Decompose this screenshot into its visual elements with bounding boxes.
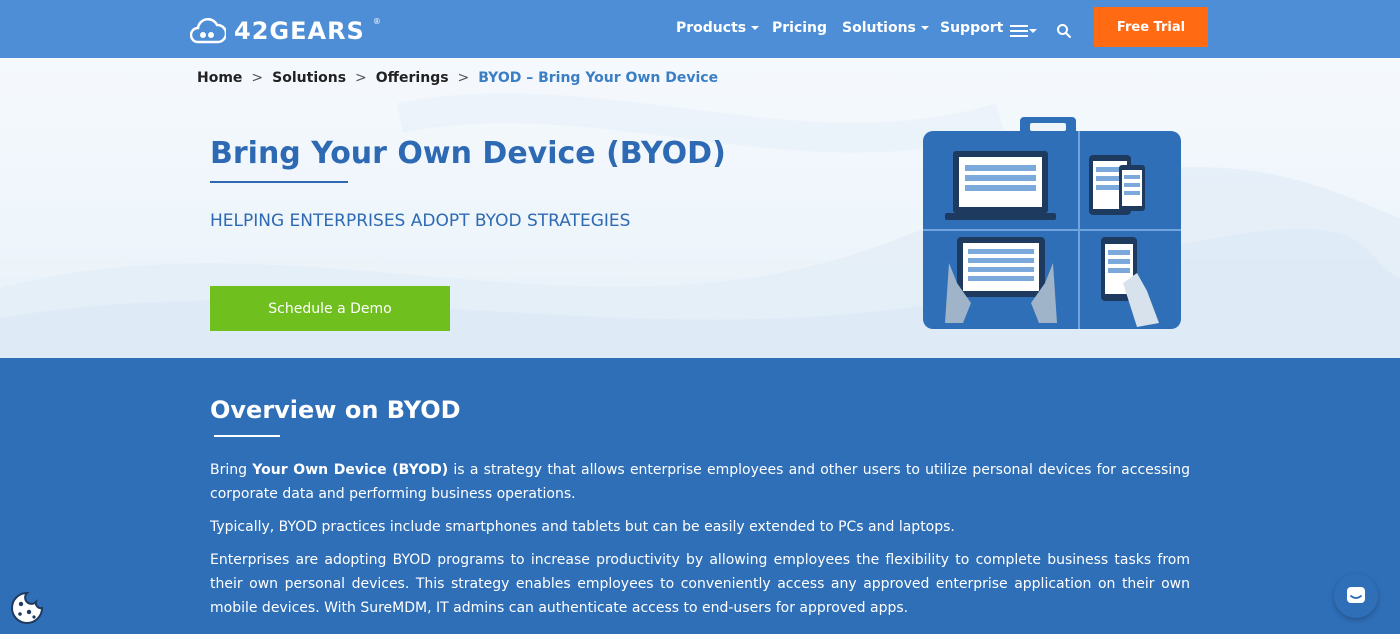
nav-support[interactable]: Support — [940, 20, 1003, 36]
menu-icon[interactable] — [1010, 25, 1028, 37]
overview-paragraph-3: Enterprises are adopting BYOD programs t… — [210, 552, 1190, 616]
breadcrumb-separator: > — [251, 70, 264, 86]
overview-title: Overview on BYOD — [210, 396, 461, 424]
overview-body: Bring Your Own Device (BYOD) is a strate… — [210, 458, 1190, 629]
nav-products[interactable]: Products — [676, 20, 760, 36]
nav-products-label: Products — [676, 20, 747, 36]
breadcrumb-home[interactable]: Home — [197, 70, 242, 86]
registered-mark: ® — [372, 16, 381, 26]
schedule-demo-button[interactable]: Schedule a Demo — [210, 286, 450, 331]
cookie-icon[interactable] — [9, 590, 45, 626]
logo-text: 42GEARS — [234, 17, 365, 45]
breadcrumb: Home > Solutions > Offerings > BYOD – Bring Yo… — [197, 70, 718, 86]
search-icon[interactable] — [1056, 23, 1072, 39]
overview-underline — [214, 435, 280, 437]
top-navigation-bar: 42GEARS ® Products Pricing Solutions Sup… — [0, 0, 1400, 58]
nav-pricing-label: Pricing — [772, 20, 828, 36]
nav-support-label: Support — [940, 20, 1004, 36]
free-trial-button[interactable]: Free Trial — [1094, 7, 1208, 47]
hero-subtitle: HELPING ENTERPRISES ADOPT BYOD STRATEGIE… — [210, 211, 631, 231]
chevron-down-icon — [1029, 29, 1037, 33]
breadcrumb-separator: > — [355, 70, 367, 86]
p1-prefix: Bring — [210, 462, 253, 478]
breadcrumb-offerings[interactable]: Offerings — [376, 70, 449, 86]
chevron-down-icon — [751, 26, 760, 30]
page-title: Bring Your Own Device (BYOD) — [210, 136, 726, 171]
nav-pricing[interactable]: Pricing — [772, 20, 827, 36]
nav-solutions[interactable]: Solutions — [842, 20, 929, 36]
breadcrumb-current: BYOD – Bring Your Own Device — [478, 70, 719, 86]
overview-section: Overview on BYOD Bring Your Own Device (… — [0, 358, 1400, 634]
logo[interactable]: 42GEARS ® — [190, 17, 381, 45]
briefcase-devices-illustration — [923, 117, 1181, 329]
title-underline — [210, 181, 348, 183]
overview-paragraph-2: Typically, BYOD practices include smartp… — [210, 519, 955, 535]
breadcrumb-separator: > — [457, 70, 470, 86]
chat-launcher-button[interactable] — [1334, 574, 1378, 618]
cloud-logo-icon — [190, 18, 226, 44]
breadcrumb-solutions[interactable]: Solutions — [272, 70, 346, 86]
chevron-down-icon — [920, 26, 929, 30]
chat-icon — [1347, 587, 1365, 603]
p1-bold: Your Own Device (BYOD) — [252, 462, 449, 478]
hero-section: Home > Solutions > Offerings > BYOD – Bring Yo… — [0, 58, 1400, 358]
overview-paragraph-1: Bring Your Own Device (BYOD) is a strate… — [210, 458, 1190, 506]
nav-solutions-label: Solutions — [842, 20, 916, 36]
